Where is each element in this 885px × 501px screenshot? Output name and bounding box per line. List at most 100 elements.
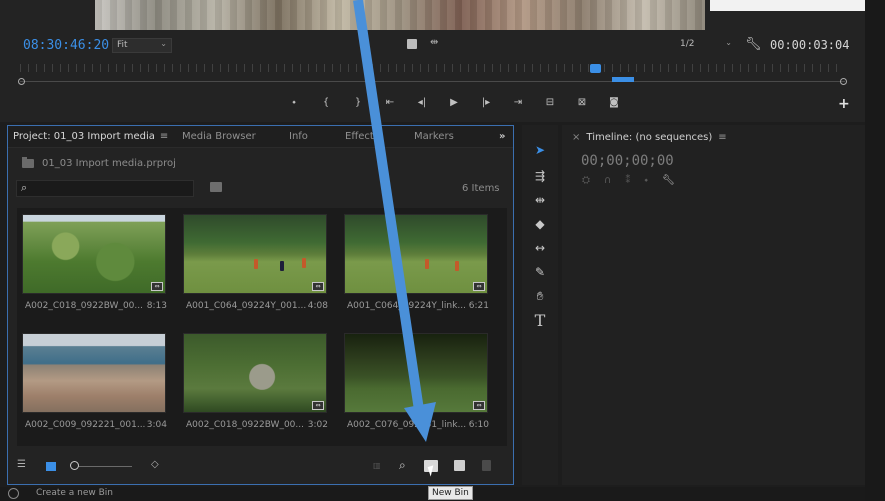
new-item-button[interactable] xyxy=(454,460,465,471)
project-bottom-bar: ☰ ◇ ▥ ⌕ xyxy=(8,454,513,480)
slip-tool-icon[interactable]: ↔ xyxy=(532,241,548,255)
resolution-label: 1/2 xyxy=(680,39,695,49)
settings-icon[interactable] xyxy=(407,39,417,49)
tab-markers[interactable]: Markers xyxy=(414,131,454,142)
go-to-in-button[interactable]: ⇤ xyxy=(374,96,406,110)
search-input[interactable] xyxy=(35,182,190,195)
video-audio-badge-icon: ⇔ xyxy=(312,282,324,291)
ripple-edit-tool-icon[interactable]: ⇹ xyxy=(532,193,548,207)
razor-tool-icon[interactable]: ◆ xyxy=(532,217,548,231)
clip-item[interactable]: ⇔ A001_C064_09224Y_link... 6:21 xyxy=(339,208,497,326)
step-forward-button[interactable]: |▸ xyxy=(470,96,502,110)
transport-controls: ⬩ { } ⇤ ◂| ▶ |▸ ⇥ ⊟ ⊠ ◙ xyxy=(278,96,630,110)
automate-to-sequence-icon[interactable]: ▥ xyxy=(373,461,381,470)
scrub-end-handle[interactable] xyxy=(840,78,847,85)
clip-item[interactable]: A002_C009_092221_001... 3:04 xyxy=(17,327,175,445)
clip-item[interactable]: ⇔ A002_C018_0922BW_00... 3:02 xyxy=(178,327,336,445)
nest-icon[interactable]: ⛭ xyxy=(582,175,590,186)
clip-thumbnail[interactable]: ⇔ xyxy=(183,333,327,413)
expand-icon[interactable]: ⇹ xyxy=(430,37,438,48)
icon-view-icon[interactable] xyxy=(46,462,56,471)
pen-tool-icon[interactable]: ✎ xyxy=(532,265,548,279)
video-audio-badge-icon: ⇔ xyxy=(151,282,163,291)
new-bin-tooltip: New Bin xyxy=(428,486,473,500)
video-audio-badge-icon: ⇔ xyxy=(312,401,324,410)
playhead-timecode[interactable]: 08:30:46:20 xyxy=(23,38,109,53)
project-panel: Project: 01_03 Import media ≡ Media Brows… xyxy=(7,125,514,485)
clip-name: A001_C064_09224Y_link... xyxy=(347,301,466,311)
thumbnail-zoom-slider[interactable] xyxy=(70,460,132,472)
clip-name: A002_C018_0922BW_00... xyxy=(25,301,143,311)
scrub-start-handle[interactable] xyxy=(18,78,25,85)
sort-icon[interactable]: ◇ xyxy=(151,459,159,470)
export-frame-button[interactable]: ◙ xyxy=(598,96,630,110)
timeline-header: × Timeline: (no sequences) ≡ xyxy=(572,132,727,143)
clip-item[interactable]: ⇔ A002_C076_092251_link... 6:10 xyxy=(339,327,497,445)
player-figure xyxy=(425,259,429,269)
step-back-button[interactable]: ◂| xyxy=(406,96,438,110)
hand-tool-icon[interactable]: ✋︎ xyxy=(532,289,548,304)
time-ruler[interactable] xyxy=(20,64,840,72)
clip-item[interactable]: ⇔ A001_C064_09224Y_001... 4:08 xyxy=(178,208,336,326)
panel-menu-icon[interactable]: ≡ xyxy=(160,131,168,142)
go-to-out-button[interactable]: ⇥ xyxy=(502,96,534,110)
tab-project[interactable]: Project: 01_03 Import media ≡ xyxy=(13,131,168,142)
close-icon[interactable]: × xyxy=(572,132,580,143)
clip-grid: ⇔ A002_C018_0922BW_00... 8:13 ⇔ A001_C06… xyxy=(17,208,507,446)
tab-media-browser[interactable]: Media Browser xyxy=(182,131,256,142)
selection-tool-icon[interactable]: ➤ xyxy=(532,143,548,157)
trash-icon[interactable] xyxy=(482,460,491,471)
clip-duration: 6:21 xyxy=(468,301,489,311)
premiere-window: 08:30:46:20 Fit ⌄ ⇹ 1/2 ⌄ 🔧︎ 00:00:03:04… xyxy=(0,0,885,501)
zoom-slider-handle[interactable] xyxy=(70,461,79,470)
clip-duration: 4:08 xyxy=(307,301,328,311)
button-editor-plus[interactable]: + xyxy=(838,96,850,112)
more-tabs-icon[interactable]: » xyxy=(499,131,505,142)
zoom-fit-select[interactable]: Fit ⌄ xyxy=(112,38,172,53)
tab-info[interactable]: Info xyxy=(289,131,308,142)
wrench-icon[interactable]: 🔧︎ xyxy=(745,37,762,52)
video-audio-badge-icon: ⇔ xyxy=(473,282,485,291)
scrub-bar[interactable] xyxy=(18,77,847,85)
panel-menu-icon[interactable]: ≡ xyxy=(718,132,726,143)
new-search-bin-icon[interactable] xyxy=(210,182,222,192)
clip-item[interactable]: ⇔ A002_C018_0922BW_00... 8:13 xyxy=(17,208,175,326)
player-figure xyxy=(302,258,306,268)
track-select-tool-icon[interactable]: ⇶ xyxy=(532,169,548,183)
find-icon[interactable]: ⌕ xyxy=(399,458,406,473)
playhead-marker[interactable] xyxy=(590,64,601,73)
timeline-title[interactable]: Timeline: (no sequences) xyxy=(586,132,712,143)
clip-thumbnail[interactable]: ⇔ xyxy=(22,214,166,294)
player-figure xyxy=(455,261,459,271)
resolution-select[interactable]: 1/2 ⌄ xyxy=(676,38,736,53)
clip-name: A002_C076_092251_link... xyxy=(347,420,467,430)
clip-thumbnail[interactable]: ⇔ xyxy=(183,214,327,294)
timeline-timecode[interactable]: 00;00;00;00 xyxy=(581,153,674,169)
zoom-fit-label: Fit xyxy=(117,40,128,50)
clip-thumbnail[interactable]: ⇔ xyxy=(344,333,488,413)
snap-icon[interactable]: ∩ xyxy=(604,175,611,186)
play-button[interactable]: ▶ xyxy=(438,96,470,110)
type-tool-icon[interactable]: T xyxy=(532,311,548,330)
clip-thumbnail[interactable]: ⇔ xyxy=(344,214,488,294)
project-file-name: 01_03 Import media.prproj xyxy=(42,158,176,169)
player-figure xyxy=(254,259,258,269)
extract-button[interactable]: ⊠ xyxy=(566,96,598,110)
folder-icon xyxy=(22,157,34,168)
wrench-icon[interactable]: 🔧︎ xyxy=(662,175,675,186)
clip-thumbnail[interactable] xyxy=(22,333,166,413)
timeline-toolbar: ⛭ ∩ ⁑ ⬩ 🔧︎ xyxy=(582,175,675,186)
video-audio-badge-icon: ⇔ xyxy=(473,401,485,410)
status-text: Create a new Bin xyxy=(36,488,113,498)
list-view-icon[interactable]: ☰ xyxy=(17,459,26,470)
clip-duration: 6:10 xyxy=(468,420,489,430)
tab-effects[interactable]: Effects xyxy=(345,131,379,142)
lift-button[interactable]: ⊟ xyxy=(534,96,566,110)
add-marker-icon[interactable]: ⬩ xyxy=(644,175,648,186)
linked-selection-icon[interactable]: ⁑ xyxy=(625,175,630,186)
mark-in-button[interactable]: { xyxy=(310,96,342,110)
project-file: 01_03 Import media.prproj xyxy=(22,157,176,169)
mark-out-button[interactable]: } xyxy=(342,96,374,110)
search-icon: ⌕ xyxy=(21,181,28,194)
add-marker-button[interactable]: ⬩ xyxy=(278,96,310,110)
